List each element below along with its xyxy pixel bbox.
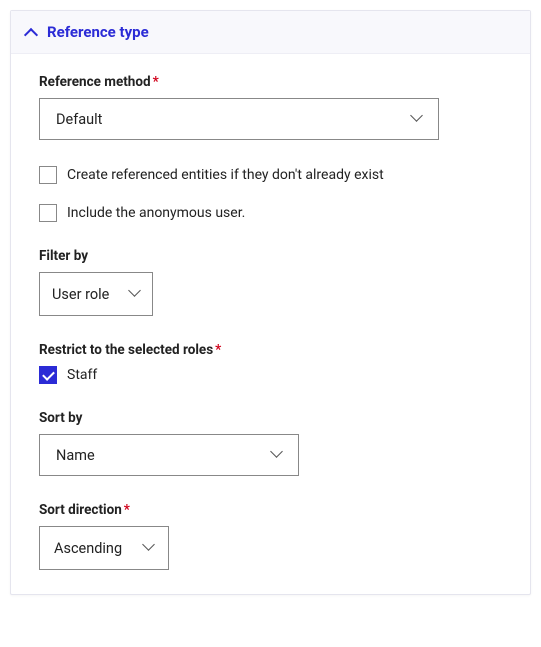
sort-by-group: Sort by Name — [39, 410, 502, 476]
reference-method-label: Reference method* — [39, 74, 502, 90]
sort-direction-value: Ascending — [54, 540, 122, 557]
chevron-up-icon — [25, 26, 37, 38]
sort-by-label: Sort by — [39, 410, 502, 426]
create-referenced-entities-checkbox[interactable]: Create referenced entities if they don't… — [39, 166, 502, 184]
chevron-down-icon — [130, 289, 140, 299]
required-marker: * — [153, 74, 159, 90]
chevron-down-icon — [144, 543, 154, 553]
reference-method-select[interactable]: Default — [39, 98, 439, 140]
panel-header[interactable]: Reference type — [11, 11, 530, 54]
reference-method-label-text: Reference method — [39, 74, 151, 90]
sort-by-value: Name — [56, 447, 95, 464]
role-staff-checkbox[interactable]: Staff — [39, 366, 502, 384]
filter-by-select[interactable]: User role — [39, 272, 153, 316]
restrict-roles-label-text: Restrict to the selected roles — [39, 342, 213, 358]
required-marker: * — [124, 502, 130, 518]
filter-by-value: User role — [52, 286, 109, 303]
include-anonymous-user-label: Include the anonymous user. — [67, 205, 245, 221]
panel-title: Reference type — [47, 23, 149, 41]
chevron-down-icon — [412, 114, 422, 124]
sort-direction-label-text: Sort direction — [39, 502, 122, 518]
include-anonymous-user-checkbox[interactable]: Include the anonymous user. — [39, 204, 502, 222]
filter-by-group: Filter by User role — [39, 248, 502, 316]
chevron-down-icon — [272, 450, 282, 460]
reference-type-panel: Reference type Reference method* Default… — [10, 10, 531, 595]
create-referenced-entities-label: Create referenced entities if they don't… — [67, 167, 384, 183]
reference-method-group: Reference method* Default — [39, 74, 502, 140]
checkbox-icon — [39, 166, 57, 184]
options-group: Create referenced entities if they don't… — [39, 166, 502, 222]
sort-by-select[interactable]: Name — [39, 434, 299, 476]
checkbox-icon — [39, 204, 57, 222]
sort-direction-select[interactable]: Ascending — [39, 526, 169, 570]
role-staff-label: Staff — [67, 367, 97, 383]
checkbox-checked-icon — [39, 366, 57, 384]
filter-by-label: Filter by — [39, 248, 502, 264]
restrict-roles-label: Restrict to the selected roles* — [39, 342, 502, 358]
sort-direction-label: Sort direction* — [39, 502, 502, 518]
restrict-roles-group: Restrict to the selected roles* Staff — [39, 342, 502, 384]
required-marker: * — [215, 342, 221, 358]
sort-direction-group: Sort direction* Ascending — [39, 502, 502, 570]
panel-body: Reference method* Default Create referen… — [11, 54, 530, 570]
reference-method-value: Default — [56, 111, 102, 128]
